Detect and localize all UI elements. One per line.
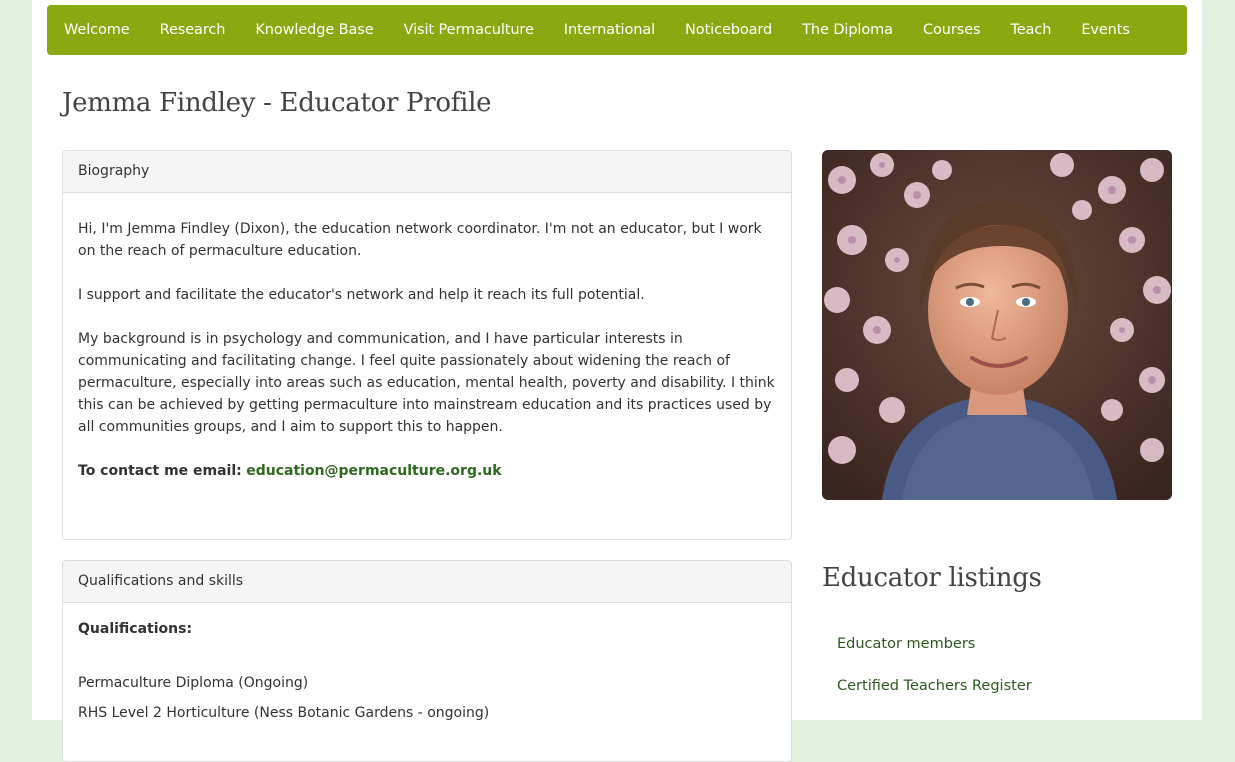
nav-item-the-diploma[interactable]: The Diploma bbox=[787, 5, 908, 55]
qualifications-body: Qualifications: Permaculture Diploma (On… bbox=[63, 603, 791, 724]
biography-paragraph: Hi, I'm Jemma Findley (Dixon), the educa… bbox=[78, 221, 762, 259]
biography-paragraph: My background is in psychology and commu… bbox=[78, 331, 775, 435]
biography-paragraph: I support and facilitate the educator's … bbox=[78, 287, 645, 303]
biography-panel: Biography Hi, I'm Jemma Findley (Dixon),… bbox=[62, 150, 792, 540]
qualifications-heading: Qualifications and skills bbox=[63, 561, 791, 603]
main-nav: Welcome Research Knowledge Base Visit Pe… bbox=[47, 5, 1187, 55]
nav-item-noticeboard[interactable]: Noticeboard bbox=[670, 5, 787, 55]
qualification-item: Permaculture Diploma (Ongoing) bbox=[78, 675, 309, 691]
page-container: Welcome Research Knowledge Base Visit Pe… bbox=[32, 0, 1202, 762]
certified-teachers-register-link[interactable]: Certified Teachers Register bbox=[837, 674, 1032, 716]
qualifications-label: Qualifications: bbox=[78, 621, 193, 637]
contact-label: To contact me email: bbox=[78, 463, 242, 479]
page-title: Jemma Findley - Educator Profile bbox=[62, 88, 492, 118]
portrait-image bbox=[822, 150, 1172, 500]
contact-email-link[interactable]: education@permaculture.org.uk bbox=[246, 463, 501, 479]
nav-item-knowledge-base[interactable]: Knowledge Base bbox=[240, 5, 388, 55]
qualification-item: RHS Level 2 Horticulture (Ness Botanic G… bbox=[78, 705, 490, 721]
nav-item-research[interactable]: Research bbox=[145, 5, 241, 55]
nav-item-courses[interactable]: Courses bbox=[908, 5, 995, 55]
educator-listings-links: Educator members Certified Teachers Regi… bbox=[837, 632, 1032, 716]
profile-photo bbox=[822, 150, 1172, 500]
qualifications-panel: Qualifications and skills Qualifications… bbox=[62, 560, 792, 762]
nav-item-international[interactable]: International bbox=[549, 5, 670, 55]
biography-body: Hi, I'm Jemma Findley (Dixon), the educa… bbox=[63, 193, 791, 482]
nav-item-visit-permaculture[interactable]: Visit Permaculture bbox=[389, 5, 549, 55]
biography-heading: Biography bbox=[63, 151, 791, 193]
educator-members-link[interactable]: Educator members bbox=[837, 632, 1032, 674]
nav-item-welcome[interactable]: Welcome bbox=[47, 5, 145, 55]
nav-item-events[interactable]: Events bbox=[1066, 5, 1145, 55]
nav-item-teach[interactable]: Teach bbox=[995, 5, 1066, 55]
contact-line: To contact me email: education@permacult… bbox=[78, 460, 776, 482]
educator-listings-title: Educator listings bbox=[822, 563, 1042, 593]
